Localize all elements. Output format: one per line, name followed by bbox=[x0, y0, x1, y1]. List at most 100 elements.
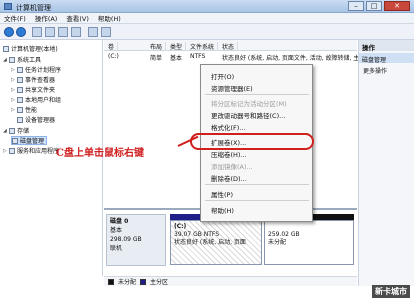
action-disk-management[interactable]: 磁盘管理 bbox=[359, 53, 414, 64]
table-row[interactable]: (C:) 简单 基本 NTFS 状态良好 (系统, 启动, 页面文件, 活动, … bbox=[104, 52, 374, 62]
menu-item-explore[interactable]: 资源管理器(E) bbox=[211, 83, 253, 93]
partition-c-label: (C:) bbox=[174, 223, 187, 230]
expand-icon[interactable]: ▷ bbox=[11, 67, 16, 73]
legend-unallocated: 未分配 bbox=[118, 279, 137, 286]
services-icon bbox=[9, 147, 15, 154]
tree-item-performance[interactable]: ▷ 性能 bbox=[11, 105, 37, 114]
menu-view[interactable]: 查看(V) bbox=[66, 13, 89, 23]
cell-filesystem: NTFS bbox=[190, 53, 206, 60]
show-tree-icon[interactable] bbox=[45, 27, 55, 37]
device-icon bbox=[17, 116, 23, 123]
unallocated-swatch bbox=[108, 278, 114, 285]
col-status[interactable]: 状态 bbox=[222, 42, 239, 51]
legend: 未分配 主分区 bbox=[104, 276, 357, 286]
expand-icon[interactable]: ▷ bbox=[3, 148, 8, 154]
watermark: 新卡城市 bbox=[372, 285, 410, 298]
actions-title: 操作 bbox=[359, 40, 414, 52]
menu-item-add-mirror: 添加镜像(A)... bbox=[211, 163, 253, 171]
tree-item-disk-management[interactable]: 磁盘管理 bbox=[11, 136, 48, 145]
actions-pane: 操作 磁盘管理 更多操作 bbox=[358, 40, 414, 286]
menu-item-delete[interactable]: 删除卷(D)... bbox=[211, 173, 247, 183]
col-volume[interactable]: 卷 bbox=[108, 42, 119, 51]
disk-state: 联机 bbox=[110, 245, 123, 252]
action-more[interactable]: 更多操作 bbox=[363, 66, 387, 75]
primary-swatch bbox=[140, 278, 147, 285]
legend-primary: 主分区 bbox=[150, 279, 169, 286]
menu-item-format[interactable]: 格式化(F)... bbox=[211, 122, 246, 132]
window-title: 计算机管理 bbox=[16, 4, 51, 12]
disk-list-icon[interactable] bbox=[88, 27, 98, 37]
tree-item-local-users[interactable]: ▷ 本地用户和组 bbox=[11, 95, 61, 104]
menu-item-open[interactable]: 打开(O) bbox=[211, 71, 234, 81]
menu-item-change-letter[interactable]: 更改驱动器号和路径(C)... bbox=[211, 110, 285, 120]
refresh-icon[interactable] bbox=[101, 27, 111, 37]
toolbar bbox=[0, 24, 414, 40]
up-icon[interactable] bbox=[32, 27, 42, 37]
disk-name: 磁盘 0 bbox=[110, 218, 129, 225]
tree-item-task-scheduler[interactable]: ▷ 任务计划程序 bbox=[11, 65, 61, 74]
expand-icon[interactable]: ▷ bbox=[11, 87, 16, 93]
unallocated-status: 未分配 bbox=[268, 239, 287, 246]
cell-type: 基本 bbox=[170, 55, 183, 62]
properties-icon[interactable] bbox=[58, 27, 68, 37]
tree-item-root[interactable]: 计算机管理(本地) bbox=[3, 44, 58, 53]
folder-icon bbox=[17, 86, 23, 93]
tree-item-storage[interactable]: ◢ 存储 bbox=[3, 126, 29, 135]
disk-type: 基本 bbox=[110, 227, 123, 234]
menu-item-properties[interactable]: 属性(P) bbox=[211, 189, 233, 199]
collapse-icon[interactable]: ◢ bbox=[3, 128, 8, 134]
cell-layout: 简单 bbox=[150, 55, 163, 62]
menu-separator bbox=[205, 200, 309, 201]
computer-icon bbox=[3, 45, 9, 52]
menu-file[interactable]: 文件(F) bbox=[4, 13, 26, 23]
partition-c-status: 状态良好 (系统, 启动, 页面 bbox=[174, 239, 246, 246]
partition-c-size: 39.07 GB NTFS bbox=[174, 231, 220, 238]
tree-item-system-tools[interactable]: ◢ 系统工具 bbox=[3, 55, 41, 64]
tree-item-event-viewer[interactable]: ▷ 事件查看器 bbox=[11, 75, 55, 84]
disk-icon bbox=[12, 137, 18, 144]
cell-status: 状态良好 (系统, 启动, 页面文件, 活动, 故障转储, 主分区) bbox=[222, 55, 374, 62]
performance-icon bbox=[17, 106, 23, 113]
minimize-button[interactable]: – bbox=[348, 1, 364, 11]
expand-icon[interactable]: ▷ bbox=[11, 77, 16, 83]
menu-separator bbox=[205, 184, 309, 185]
clock-icon bbox=[17, 66, 23, 73]
menu-bar: 文件(F) 操作(A) 查看(V) 帮助(H) bbox=[0, 13, 414, 24]
col-type[interactable]: 类型 bbox=[170, 42, 187, 51]
col-filesystem[interactable]: 文件系统 bbox=[190, 42, 219, 51]
menu-item-shrink[interactable]: 压缩卷(H)... bbox=[211, 149, 247, 159]
expand-icon[interactable]: ▷ bbox=[11, 97, 16, 103]
close-button[interactable]: ✕ bbox=[384, 1, 410, 11]
computer-management-icon bbox=[4, 3, 12, 10]
help-icon[interactable] bbox=[71, 27, 81, 37]
volume-table-header: 卷 布局 类型 文件系统 状态 bbox=[104, 40, 357, 51]
tools-icon bbox=[9, 56, 15, 63]
title-bar: 计算机管理 – □ ✕ bbox=[0, 0, 414, 13]
disk-0-label[interactable]: 磁盘 0 基本 298.09 GB 联机 bbox=[106, 214, 166, 266]
back-icon[interactable] bbox=[4, 27, 14, 37]
maximize-button[interactable]: □ bbox=[366, 1, 382, 11]
tree-item-device-manager[interactable]: 设备管理器 bbox=[17, 115, 55, 124]
storage-icon bbox=[9, 127, 15, 134]
expand-icon[interactable]: ▷ bbox=[11, 107, 16, 113]
unallocated-size: 259.02 GB bbox=[268, 231, 300, 238]
partition-c[interactable]: (C:) 39.07 GB NTFS 状态良好 (系统, 启动, 页面 bbox=[170, 220, 262, 265]
menu-item-mark-active: 将分区标记为活动分区(M) bbox=[211, 100, 287, 108]
menu-help[interactable]: 帮助(H) bbox=[98, 13, 121, 23]
menu-item-help[interactable]: 帮助(H) bbox=[211, 205, 234, 215]
window-controls: – □ ✕ bbox=[348, 1, 410, 11]
event-icon bbox=[17, 76, 23, 83]
col-layout[interactable]: 布局 bbox=[150, 42, 167, 51]
users-icon bbox=[17, 96, 23, 103]
unallocated-space[interactable]: 259.02 GB 未分配 bbox=[264, 220, 354, 265]
menu-separator bbox=[205, 94, 309, 95]
tree-item-services[interactable]: ▷ 服务和应用程序 bbox=[3, 146, 59, 155]
annotation-text: C盘上单击鼠标右键 bbox=[56, 148, 144, 159]
disk-size: 298.09 GB bbox=[110, 236, 142, 243]
forward-icon[interactable] bbox=[16, 27, 26, 37]
highlight-oval bbox=[190, 133, 314, 150]
collapse-icon[interactable]: ◢ bbox=[3, 57, 8, 63]
cell-volume: (C:) bbox=[108, 53, 119, 60]
tree-item-shared-folders[interactable]: ▷ 共享文件夹 bbox=[11, 85, 55, 94]
menu-action[interactable]: 操作(A) bbox=[35, 13, 58, 23]
